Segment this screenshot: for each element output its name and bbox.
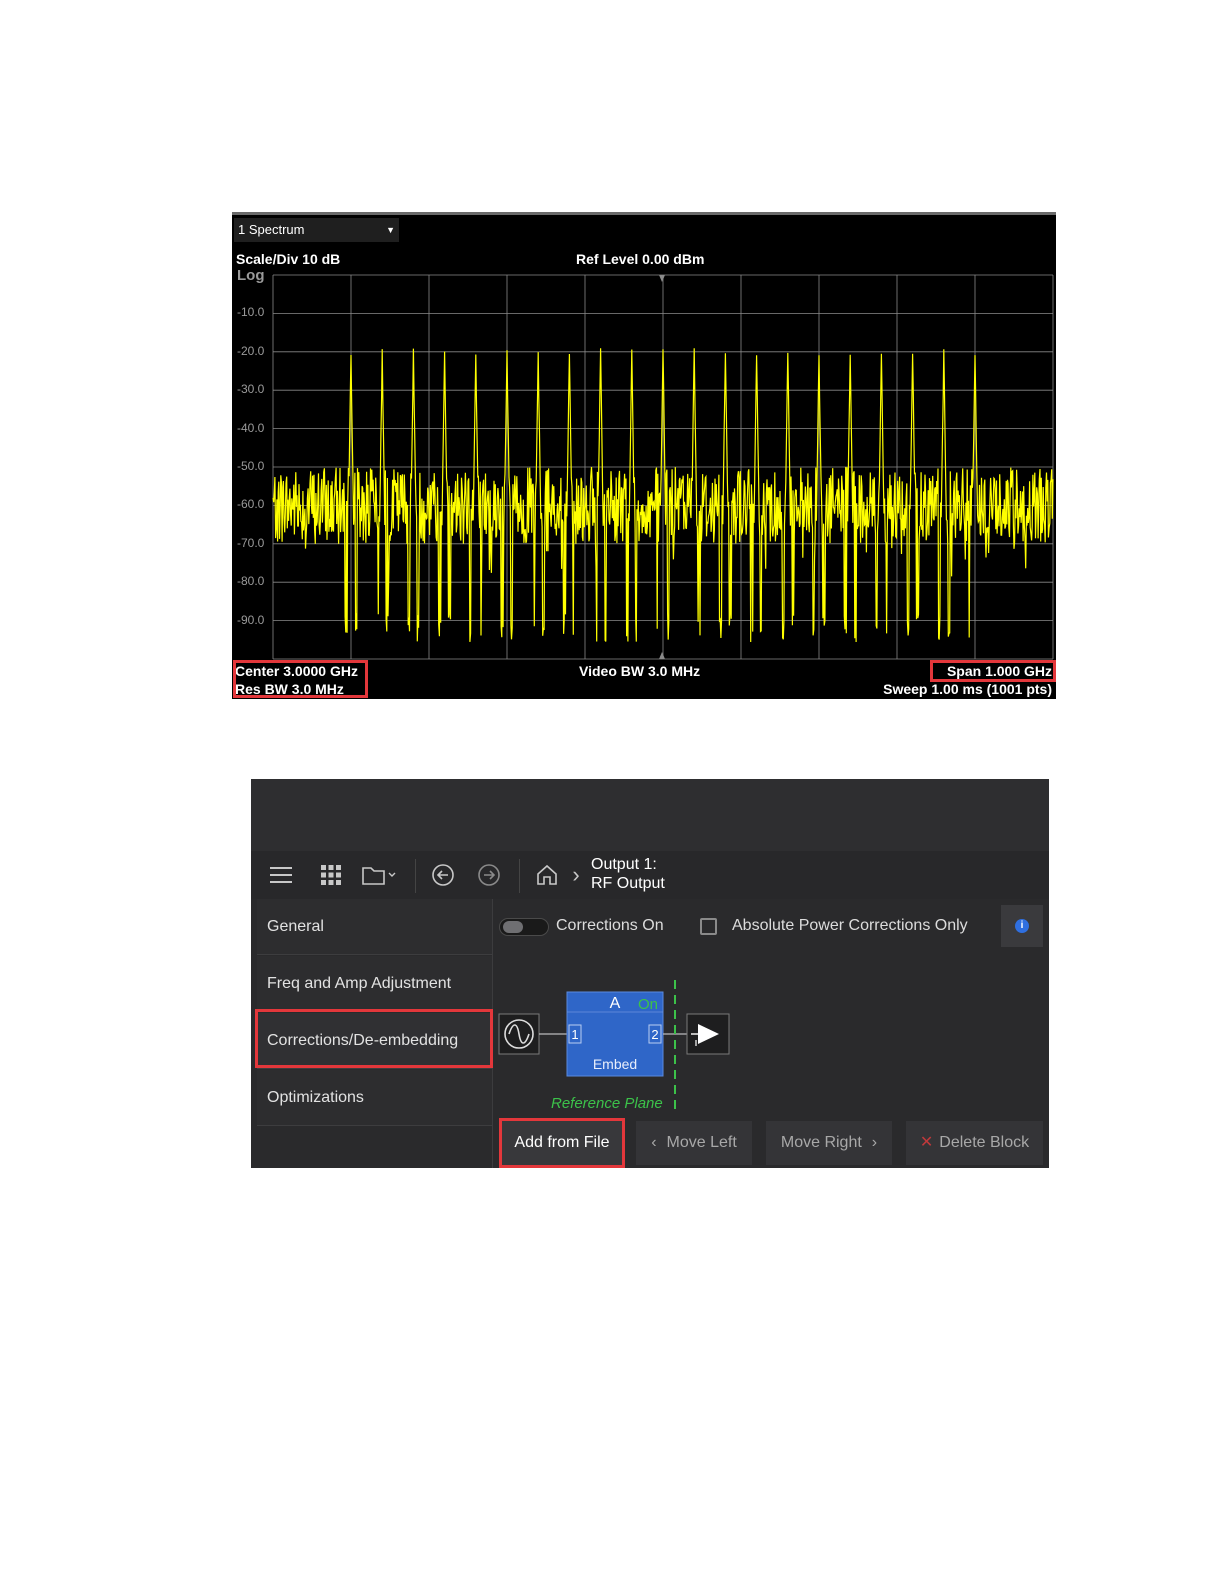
- toolbar-separator: [415, 859, 416, 893]
- block-state-label: On: [638, 996, 658, 1013]
- sidebar-item-optimizations[interactable]: Optimizations: [257, 1070, 492, 1126]
- forward-arrow-icon[interactable]: [473, 851, 505, 899]
- block-name-label: A: [610, 995, 621, 1012]
- corrections-highlight-box: [255, 1009, 493, 1068]
- y-tick-label: -40.0: [237, 420, 265, 435]
- back-arrow-icon[interactable]: [427, 851, 459, 899]
- window-select-dropdown[interactable]: 1 Spectrum ▼: [234, 218, 399, 242]
- move-right-button[interactable]: Move Right ›: [766, 1121, 892, 1165]
- move-left-button[interactable]: ‹ Move Left: [636, 1121, 752, 1165]
- sidebar-item-label: General: [267, 918, 324, 935]
- window-header-band: [251, 779, 1049, 851]
- corrections-settings-window: › Output 1: RF Output General Freq and A…: [251, 779, 1049, 1168]
- move-right-label: Move Right: [780, 1134, 862, 1151]
- y-tick-label: -50.0: [237, 459, 265, 473]
- delete-x-icon: ✕: [919, 1134, 934, 1151]
- block-port-2: 2: [651, 1027, 658, 1042]
- center-marker-top: [659, 275, 665, 282]
- span-highlight-box: [930, 660, 1056, 682]
- absolute-power-label: Absolute Power Corrections Only: [732, 917, 968, 934]
- sidebar-item-label: Freq and Amp Adjustment: [267, 975, 452, 992]
- home-icon[interactable]: [531, 851, 563, 899]
- center-resbw-highlight-box: [233, 660, 368, 698]
- hamburger-menu-icon[interactable]: [265, 851, 297, 899]
- spectrum-plot: [272, 274, 1054, 660]
- y-tick-label: -90.0: [237, 612, 265, 627]
- delete-block-label: Delete Block: [939, 1134, 1030, 1151]
- folder-icon[interactable]: [359, 851, 399, 899]
- ref-level-label: Ref Level 0.00 dBm: [576, 251, 705, 267]
- toggle-knob: [503, 921, 523, 933]
- breadcrumb-line-2: RF Output: [591, 875, 665, 892]
- delete-block-button[interactable]: ✕ Delete Block: [906, 1121, 1043, 1165]
- y-tick-label: -20.0: [237, 343, 265, 358]
- y-tick-label: -70.0: [237, 535, 265, 550]
- y-tick-label: -10.0: [237, 305, 265, 320]
- y-tick-label: -60.0: [237, 497, 265, 512]
- sidebar-item-label: Optimizations: [267, 1089, 364, 1106]
- info-button[interactable]: i: [1001, 905, 1043, 947]
- breadcrumb-title: Output 1: RF Output: [591, 855, 665, 893]
- sidebar-item-general[interactable]: General: [257, 899, 492, 955]
- log-scale-label: Log: [237, 267, 265, 284]
- add-from-file-highlight-box: [499, 1118, 625, 1168]
- block-type-label: Embed: [593, 1056, 637, 1072]
- breadcrumb-chevron-icon: ›: [572, 862, 580, 887]
- spectrum-analyzer-screen: 1 Spectrum ▼ Scale/Div 10 dB Log Ref Lev…: [232, 212, 1056, 699]
- corrections-toggle[interactable]: [499, 918, 549, 936]
- dropdown-caret-icon: ▼: [386, 225, 395, 235]
- window-select-label: 1 Spectrum: [238, 222, 305, 237]
- chevron-right-icon: ›: [871, 1134, 878, 1151]
- reference-plane-label: Reference Plane: [551, 1095, 663, 1112]
- center-marker-bottom: [659, 652, 665, 659]
- move-left-label: Move Left: [666, 1134, 737, 1151]
- sidebar-item-freq-amp[interactable]: Freq and Amp Adjustment: [257, 956, 492, 1012]
- absolute-power-checkbox[interactable]: [700, 918, 717, 935]
- info-icon: i: [1015, 919, 1029, 933]
- breadcrumb-line-1: Output 1:: [591, 856, 657, 873]
- video-bw-label: Video BW 3.0 MHz: [579, 663, 701, 679]
- chevron-left-icon: ‹: [651, 1134, 657, 1151]
- block-port-1: 1: [571, 1027, 578, 1042]
- scale-div-label: Scale/Div 10 dB: [236, 251, 341, 267]
- sweep-label: Sweep 1.00 ms (1001 pts): [883, 681, 1052, 697]
- corrections-toggle-label: Corrections On: [556, 917, 664, 934]
- toolbar-separator: [519, 859, 520, 893]
- plot-grid: [272, 274, 1054, 660]
- apps-grid-icon[interactable]: [315, 851, 347, 899]
- y-tick-label: -30.0: [237, 382, 265, 397]
- y-tick-label: -80.0: [237, 574, 265, 589]
